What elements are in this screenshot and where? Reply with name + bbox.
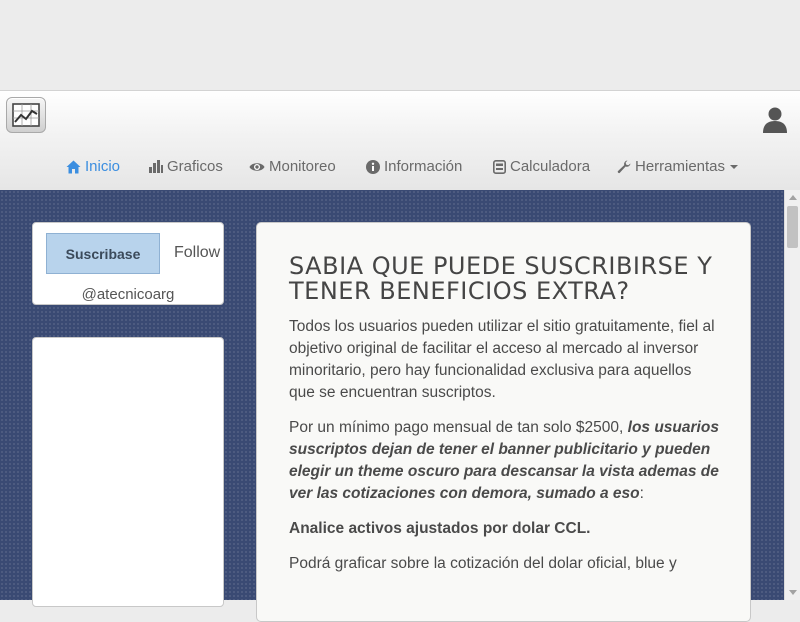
calculator-icon <box>493 159 506 174</box>
chevron-down-icon <box>730 164 739 169</box>
bar-chart-icon <box>149 160 163 173</box>
scroll-thumb[interactable] <box>787 206 798 248</box>
nav-graficos[interactable]: Graficos <box>149 158 223 175</box>
main-content: Sabia que puede suscribirse y tener bene… <box>289 254 719 588</box>
browser-blank-area <box>0 0 800 90</box>
nav-label: Información <box>384 158 463 175</box>
info-icon <box>366 159 380 174</box>
follow-button[interactable]: Follow <box>174 244 220 262</box>
page-title: Sabia que puede suscribirse y tener bene… <box>289 252 713 305</box>
nav-label: Calculadora <box>510 158 591 175</box>
scroll-up-arrow-icon[interactable] <box>789 195 797 200</box>
nav-label: Monitoreo <box>269 158 336 175</box>
nav-label: Graficos <box>167 158 223 175</box>
pricing-suffix: : <box>639 485 644 502</box>
navbar: Inicio Graficos Monitoreo Información Ca <box>0 90 800 191</box>
nav-monitoreo[interactable]: Monitoreo <box>249 158 336 175</box>
wrench-icon <box>617 160 631 174</box>
nav-calculadora[interactable]: Calculadora <box>493 158 590 175</box>
main-content-panel: Sabia que puede suscribirse y tener bene… <box>256 222 751 622</box>
scroll-down-arrow-icon[interactable] <box>789 590 797 595</box>
feature-paragraph: Podrá graficar sobre la cotización del d… <box>289 555 677 572</box>
nav-label: Inicio <box>85 158 121 175</box>
nav-herramientas[interactable]: Herramientas <box>617 158 739 175</box>
pricing-paragraph: Por un mínimo pago mensual de tan solo $… <box>289 417 719 505</box>
subscribe-button[interactable]: Suscribase <box>46 233 160 274</box>
home-icon <box>66 160 81 174</box>
pricing-text: Por un mínimo pago mensual de tan solo $… <box>289 419 628 436</box>
feature-heading: Analice activos ajustados por dolar CCL. <box>289 518 719 540</box>
nav-inicio[interactable]: Inicio <box>66 158 120 175</box>
nav-informacion[interactable]: Información <box>366 158 462 175</box>
main-nav: Inicio Graficos Monitoreo Información Ca <box>0 145 800 189</box>
vertical-scrollbar[interactable] <box>784 190 800 600</box>
twitter-handle-link[interactable]: @atecnicoarg <box>33 286 223 303</box>
intro-paragraph: Todos los usuarios pueden utilizar el si… <box>289 318 715 401</box>
eye-icon <box>249 161 265 173</box>
subscribe-panel: Suscribase Follow @atecnicoarg <box>32 222 224 305</box>
ad-panel <box>32 337 224 607</box>
user-icon[interactable] <box>762 105 788 138</box>
nav-label: Herramientas <box>635 158 726 175</box>
logo-chart-icon[interactable] <box>6 97 46 133</box>
feature-heading-text: Analice activos ajustados por dolar CCL. <box>289 520 591 537</box>
